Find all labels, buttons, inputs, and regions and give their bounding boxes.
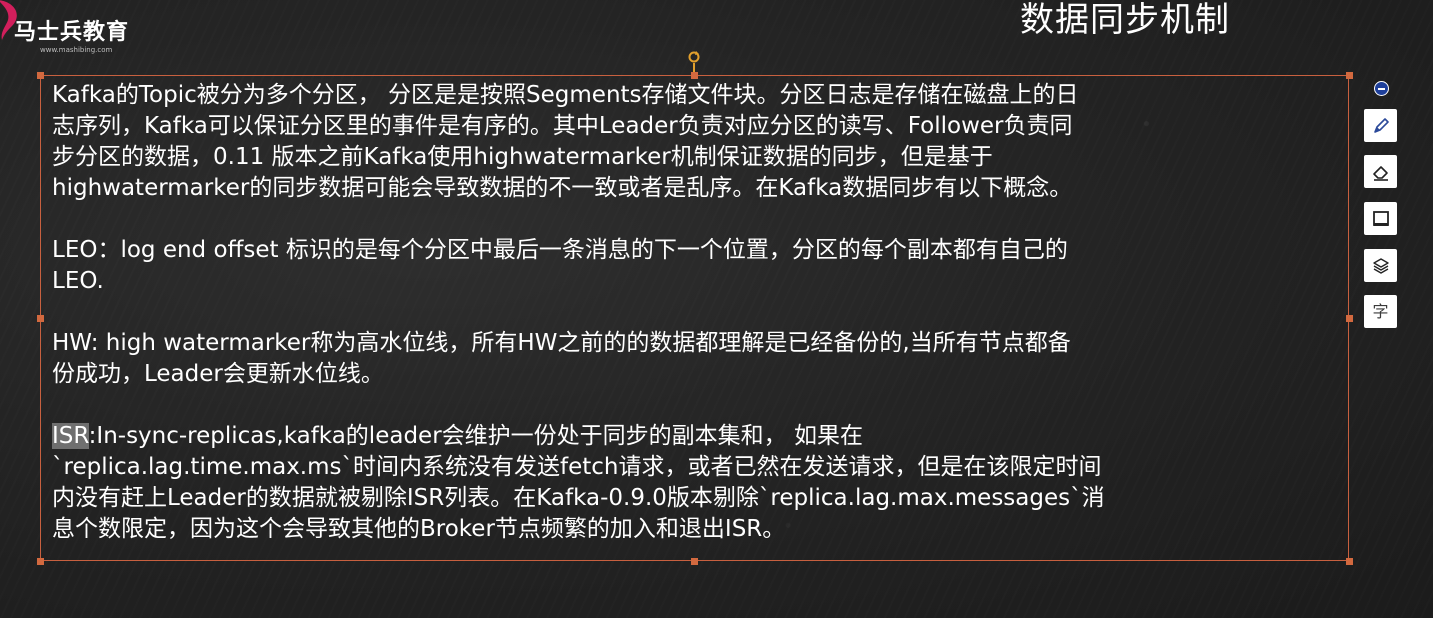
paragraph-hw: HW: high watermarker称为高水位线，所有HW之前的的数据都理解…: [52, 328, 1342, 390]
slide-body-text[interactable]: Kafka的Topic被分为多个分区， 分区是是按照Segments存储文件块。…: [52, 80, 1342, 545]
brand-logo: 马士兵教育 www.mashibing.com: [0, 0, 170, 60]
slide-title: 数据同步机制: [1020, 0, 1230, 40]
text-line: LEO.: [52, 268, 104, 294]
logo-name: 马士兵教育: [14, 20, 130, 45]
text-line: 份成功，Leader会更新水位线。: [52, 361, 384, 387]
text-line: Kafka的Topic被分为多个分区， 分区是是按照Segments存储文件块。…: [52, 82, 1079, 108]
resize-handle-right[interactable]: [1346, 315, 1353, 322]
resize-handle-bottom-left[interactable]: [37, 558, 44, 565]
resize-handle-top-left[interactable]: [37, 72, 44, 79]
eraser-tool-button[interactable]: [1364, 155, 1397, 188]
text-selection-highlight[interactable]: ISR: [52, 423, 89, 449]
resize-handle-bottom-right[interactable]: [1346, 558, 1353, 565]
resize-handle-top-right[interactable]: [1346, 72, 1353, 79]
text-line: 内没有赶上Leader的数据就被剔除ISR列表。在Kafka-0.9.0版本剔除…: [52, 485, 1105, 511]
text-line: 息个数限定，因为这个会导致其他的Broker节点频繁的加入和退出ISR。: [52, 516, 786, 542]
pen-tool-button[interactable]: [1364, 109, 1397, 142]
resize-handle-top[interactable]: [691, 72, 698, 79]
paragraph-isr: ISR:In-sync-replicas,kafka的leader会维护一份处于…: [52, 421, 1342, 545]
logo-url: www.mashibing.com: [40, 46, 113, 54]
minus-circle-icon[interactable]: [1374, 81, 1389, 96]
text-line: HW: high watermarker称为高水位线，所有HW之前的的数据都理解…: [52, 330, 1071, 356]
text-line: 志序列，Kafka可以保证分区里的事件是有序的。其中Leader负责对应分区的读…: [52, 113, 1073, 139]
text-line-rest: :In-sync-replicas,kafka的leader会维护一份处于同步的…: [88, 423, 863, 449]
paragraph-leo: LEO：log end offset 标识的是每个分区中最后一条消息的下一个位置…: [52, 235, 1342, 297]
resize-handle-left[interactable]: [37, 315, 44, 322]
layers-icon: [1372, 257, 1389, 274]
text-line: `replica.lag.time.max.ms`时间内系统没有发送fetch请…: [52, 454, 1102, 480]
text-char-icon: 字: [1372, 301, 1389, 321]
pen-icon: [1373, 117, 1389, 133]
slide-canvas: 马士兵教育 www.mashibing.com 数据同步机制 Kafka的Top…: [0, 0, 1433, 618]
rotate-handle-icon[interactable]: [687, 50, 701, 64]
layers-tool-button[interactable]: [1364, 249, 1397, 282]
text-line: highwatermarker的同步数据可能会导致数据的不一致或者是乱序。在Ka…: [52, 175, 1073, 201]
eraser-icon: [1372, 165, 1388, 181]
board-tool-button[interactable]: [1364, 202, 1397, 235]
board-icon: [1372, 210, 1389, 226]
paragraph-topic-partitions: Kafka的Topic被分为多个分区， 分区是是按照Segments存储文件块。…: [52, 80, 1342, 204]
text-line: LEO：log end offset 标识的是每个分区中最后一条消息的下一个位置…: [52, 237, 1068, 263]
resize-handle-bottom[interactable]: [691, 558, 698, 565]
text-tool-button[interactable]: 字: [1364, 295, 1397, 328]
text-line: ISR:In-sync-replicas,kafka的leader会维护一份处于…: [52, 421, 1342, 452]
text-line: 步分区的数据，0.11 版本之前Kafka使用highwatermarker机制…: [52, 144, 993, 170]
